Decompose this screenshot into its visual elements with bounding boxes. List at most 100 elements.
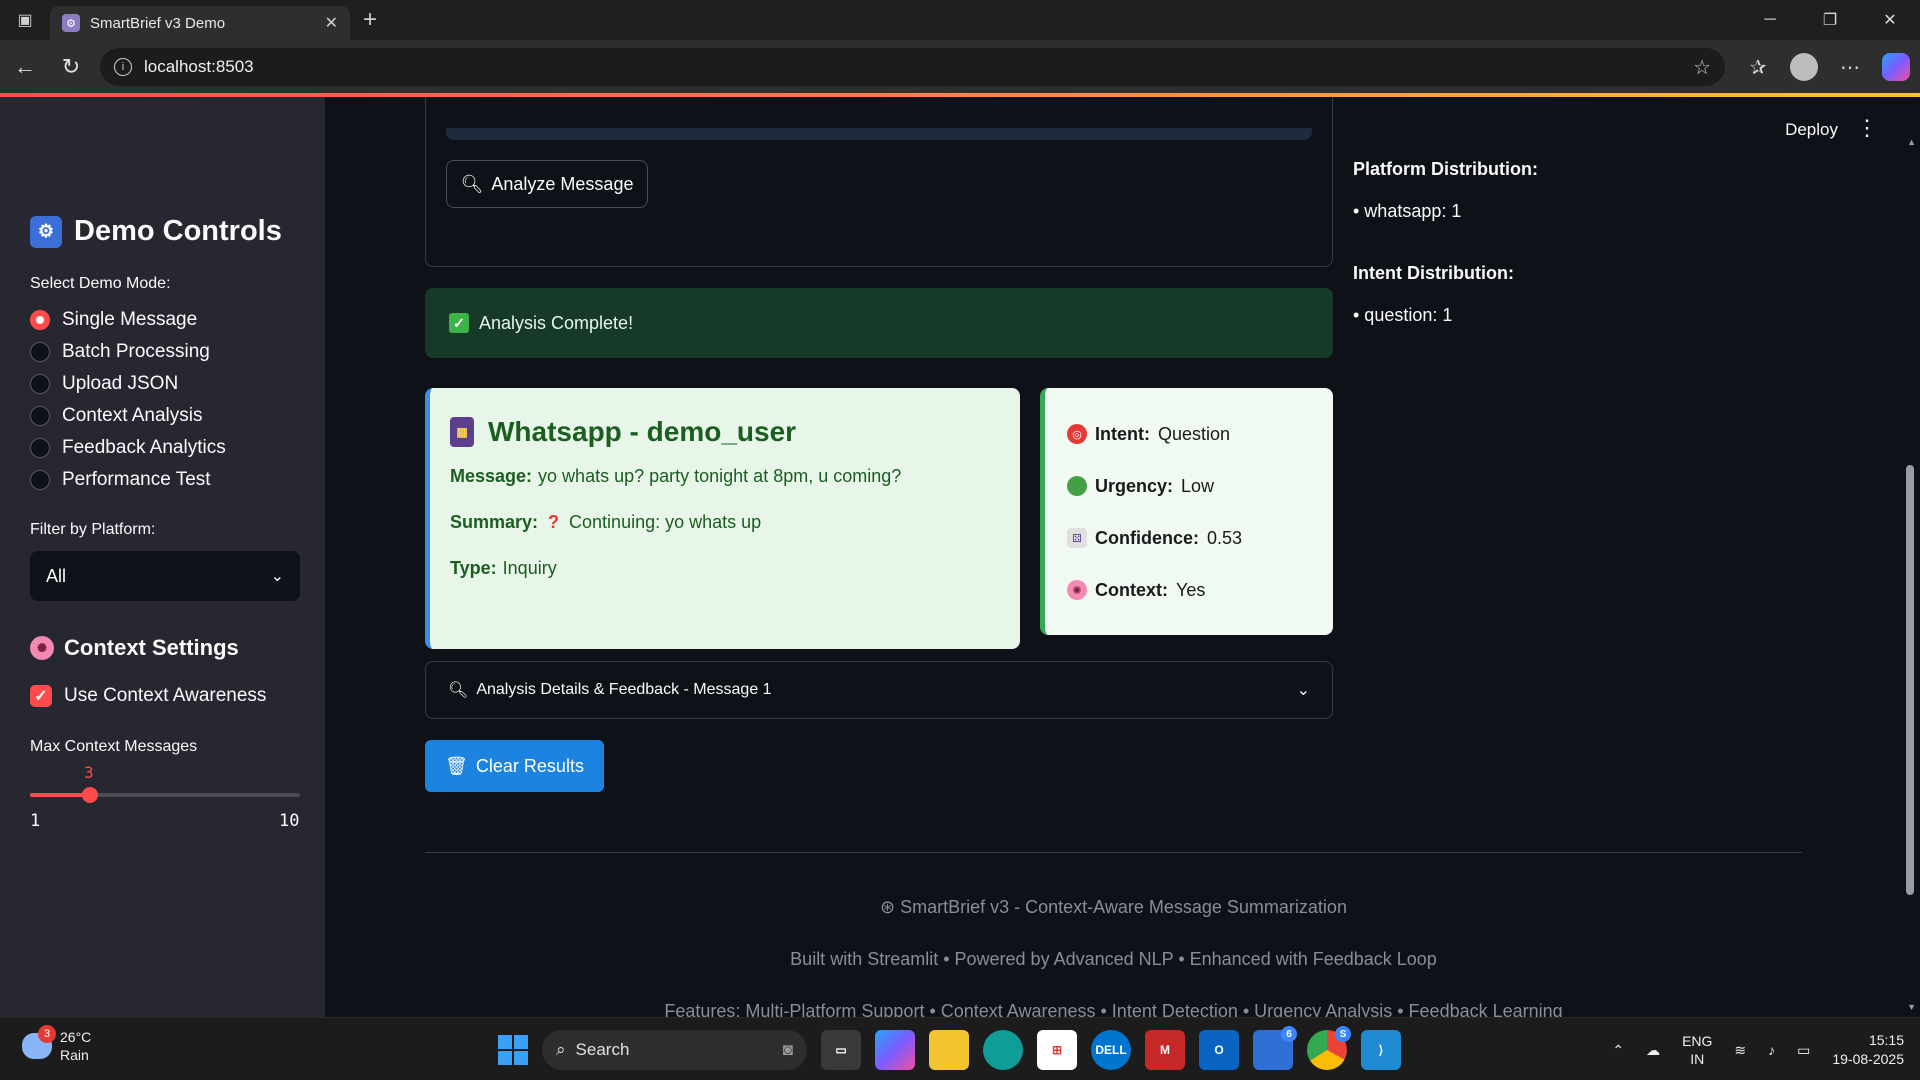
radio-dot[interactable] (30, 310, 50, 330)
radio-feedback-analytics[interactable]: Feedback Analytics (30, 432, 226, 464)
profile-avatar[interactable] (1790, 53, 1818, 81)
sidebar-title: ⚙ Demo Controls (30, 215, 282, 248)
rain-cloud-icon: 3 (22, 1025, 56, 1059)
browser-toolbar: ✰ ⋯ (1744, 48, 1910, 86)
confidence-key: Confidence: (1095, 527, 1200, 548)
mcafee-icon[interactable]: M (1145, 1030, 1185, 1070)
site-info-icon[interactable]: i (114, 58, 132, 76)
lang-line-1: ENG (1682, 1033, 1713, 1049)
copilot-icon[interactable] (1882, 53, 1910, 81)
vscode-icon[interactable]: ⟩ (1361, 1030, 1401, 1070)
window-controls: ─ ❐ ✕ (1740, 0, 1920, 40)
volume-icon[interactable]: ♪ (1768, 1042, 1775, 1058)
restore-icon[interactable]: ❐ (1800, 0, 1860, 40)
browser-tab-bar: ▣ ⚙ SmartBrief v3 Demo ✕ + ─ ❐ ✕ (0, 0, 1920, 40)
outlook-icon[interactable]: O (1199, 1030, 1239, 1070)
radio-batch-processing[interactable]: Batch Processing (30, 336, 226, 368)
store-app-icon[interactable]: 6 (1253, 1026, 1297, 1070)
clear-results-button[interactable]: 🗑︎ Clear Results (425, 740, 604, 792)
platform-select[interactable]: All ⌄ (30, 551, 300, 601)
kebab-icon[interactable]: ⋮ (1856, 115, 1878, 141)
favorite-star-icon[interactable]: ☆ (1693, 55, 1711, 80)
radio-upload-json[interactable]: Upload JSON (30, 368, 226, 400)
type-line: Type: Inquiry (450, 558, 1000, 579)
chevron-up-icon[interactable]: ⌃ (1612, 1042, 1624, 1059)
max-context-slider[interactable] (30, 787, 300, 803)
new-tab-icon[interactable]: + (350, 0, 390, 40)
green-circle-icon (1067, 476, 1087, 496)
file-explorer-icon[interactable] (929, 1030, 969, 1070)
radio-dot[interactable] (30, 374, 50, 394)
slider-max-label: 10 (279, 811, 300, 831)
checkbox-box[interactable]: ✓ (30, 685, 52, 707)
dell-icon[interactable]: DELL (1091, 1030, 1131, 1070)
more-icon[interactable]: ⋯ (1836, 53, 1864, 81)
url-field[interactable]: i localhost:8503 ☆ (100, 48, 1725, 86)
ms-store-icon[interactable]: ⊞ (1037, 1030, 1077, 1070)
mode-label: Select Demo Mode: (30, 275, 171, 292)
platform-select-value: All (46, 565, 67, 586)
copilot-app-icon[interactable] (875, 1030, 915, 1070)
weather-condition: Rain (60, 1047, 89, 1063)
analysis-details-expander[interactable]: 🔍︎ Analysis Details & Feedback - Message… (425, 661, 1333, 719)
context-value: Yes (1176, 579, 1206, 600)
summary-line: Summary: ? Continuing: yo whats up (450, 512, 1000, 533)
context-metric: ✺ Context: Yes (1067, 564, 1311, 616)
battery-icon[interactable]: ▭ (1797, 1042, 1810, 1059)
checkbox-label: Use Context Awareness (64, 685, 267, 706)
edge-icon[interactable] (983, 1030, 1023, 1070)
slider-fill (30, 793, 90, 797)
weather-widget[interactable]: 3 26°C Rain (22, 1025, 91, 1064)
clock[interactable]: 15:15 19-08-2025 (1832, 1031, 1904, 1069)
expander-label: Analysis Details & Feedback - Message 1 (476, 681, 772, 698)
chrome-icon[interactable]: S (1307, 1026, 1351, 1070)
footer-text-1: SmartBrief v3 - Context-Aware Message Su… (900, 897, 1347, 917)
scroll-down-icon[interactable]: ▼ (1907, 1002, 1916, 1012)
favorites-icon[interactable]: ✰ (1744, 53, 1772, 81)
abacus-icon: ▦ (450, 417, 474, 447)
success-text: Analysis Complete! (479, 312, 634, 333)
radio-dot[interactable] (30, 438, 50, 458)
temperature: 26°C (60, 1029, 92, 1045)
radio-label: Single Message (62, 309, 198, 330)
onedrive-icon[interactable]: ☁ (1646, 1042, 1660, 1059)
message-input-bottom[interactable] (446, 128, 1312, 140)
weather-text: 26°C Rain (60, 1028, 91, 1064)
chevron-down-icon[interactable]: ⌄ (1297, 680, 1310, 700)
radio-dot[interactable] (30, 342, 50, 362)
close-window-icon[interactable]: ✕ (1860, 0, 1920, 40)
browser-tab[interactable]: ⚙ SmartBrief v3 Demo ✕ (50, 6, 350, 40)
deploy-button[interactable]: Deploy (1785, 120, 1838, 140)
minimize-icon[interactable]: ─ (1740, 0, 1800, 40)
radio-dot[interactable] (30, 470, 50, 490)
radio-single-message[interactable]: Single Message (30, 304, 226, 336)
url-text[interactable]: localhost:8503 (144, 57, 1681, 77)
slider-thumb[interactable] (82, 787, 98, 803)
tab-actions-icon[interactable]: ▣ (0, 0, 50, 40)
use-context-checkbox[interactable]: ✓ Use Context Awareness (30, 685, 266, 707)
radio-label: Upload JSON (62, 373, 179, 394)
intent-distribution-heading: Intent Distribution: (1353, 263, 1514, 283)
close-tab-icon[interactable]: ✕ (325, 13, 338, 33)
slider-min-label: 1 (30, 811, 41, 831)
reload-icon[interactable]: ↻ (48, 44, 94, 90)
analyze-message-button[interactable]: 🔍︎ Analyze Message (446, 160, 648, 208)
search-icon: ⌕ (556, 1040, 566, 1059)
back-icon[interactable]: ← (2, 44, 48, 90)
footer-line-3: Features: Multi-Platform Support • Conte… (664, 1001, 1563, 1017)
summary-value: Continuing: yo whats up (569, 512, 762, 532)
radio-performance-test[interactable]: Performance Test (30, 464, 226, 496)
task-view-icon[interactable]: ▭ (821, 1030, 861, 1070)
scrollbar-thumb[interactable] (1906, 465, 1914, 895)
main-content: Deploy ⋮ 🔍︎ Analyze Message ✓ Analysis C… (325, 97, 1920, 1017)
taskbar-search[interactable]: ⌕ Search ◙ (542, 1030, 807, 1070)
windows-start-icon[interactable] (498, 1035, 528, 1065)
wifi-icon[interactable]: ≋ (1734, 1042, 1746, 1059)
footer-line-1: ⊛ SmartBrief v3 - Context-Aware Message … (425, 897, 1802, 918)
intent-metric: ◎ Intent: Question (1067, 408, 1311, 460)
tab-title: SmartBrief v3 Demo (90, 14, 226, 32)
radio-context-analysis[interactable]: Context Analysis (30, 400, 226, 432)
language-indicator[interactable]: ENG IN (1682, 1032, 1712, 1068)
scroll-up-icon[interactable]: ▲ (1907, 137, 1916, 147)
radio-dot[interactable] (30, 406, 50, 426)
